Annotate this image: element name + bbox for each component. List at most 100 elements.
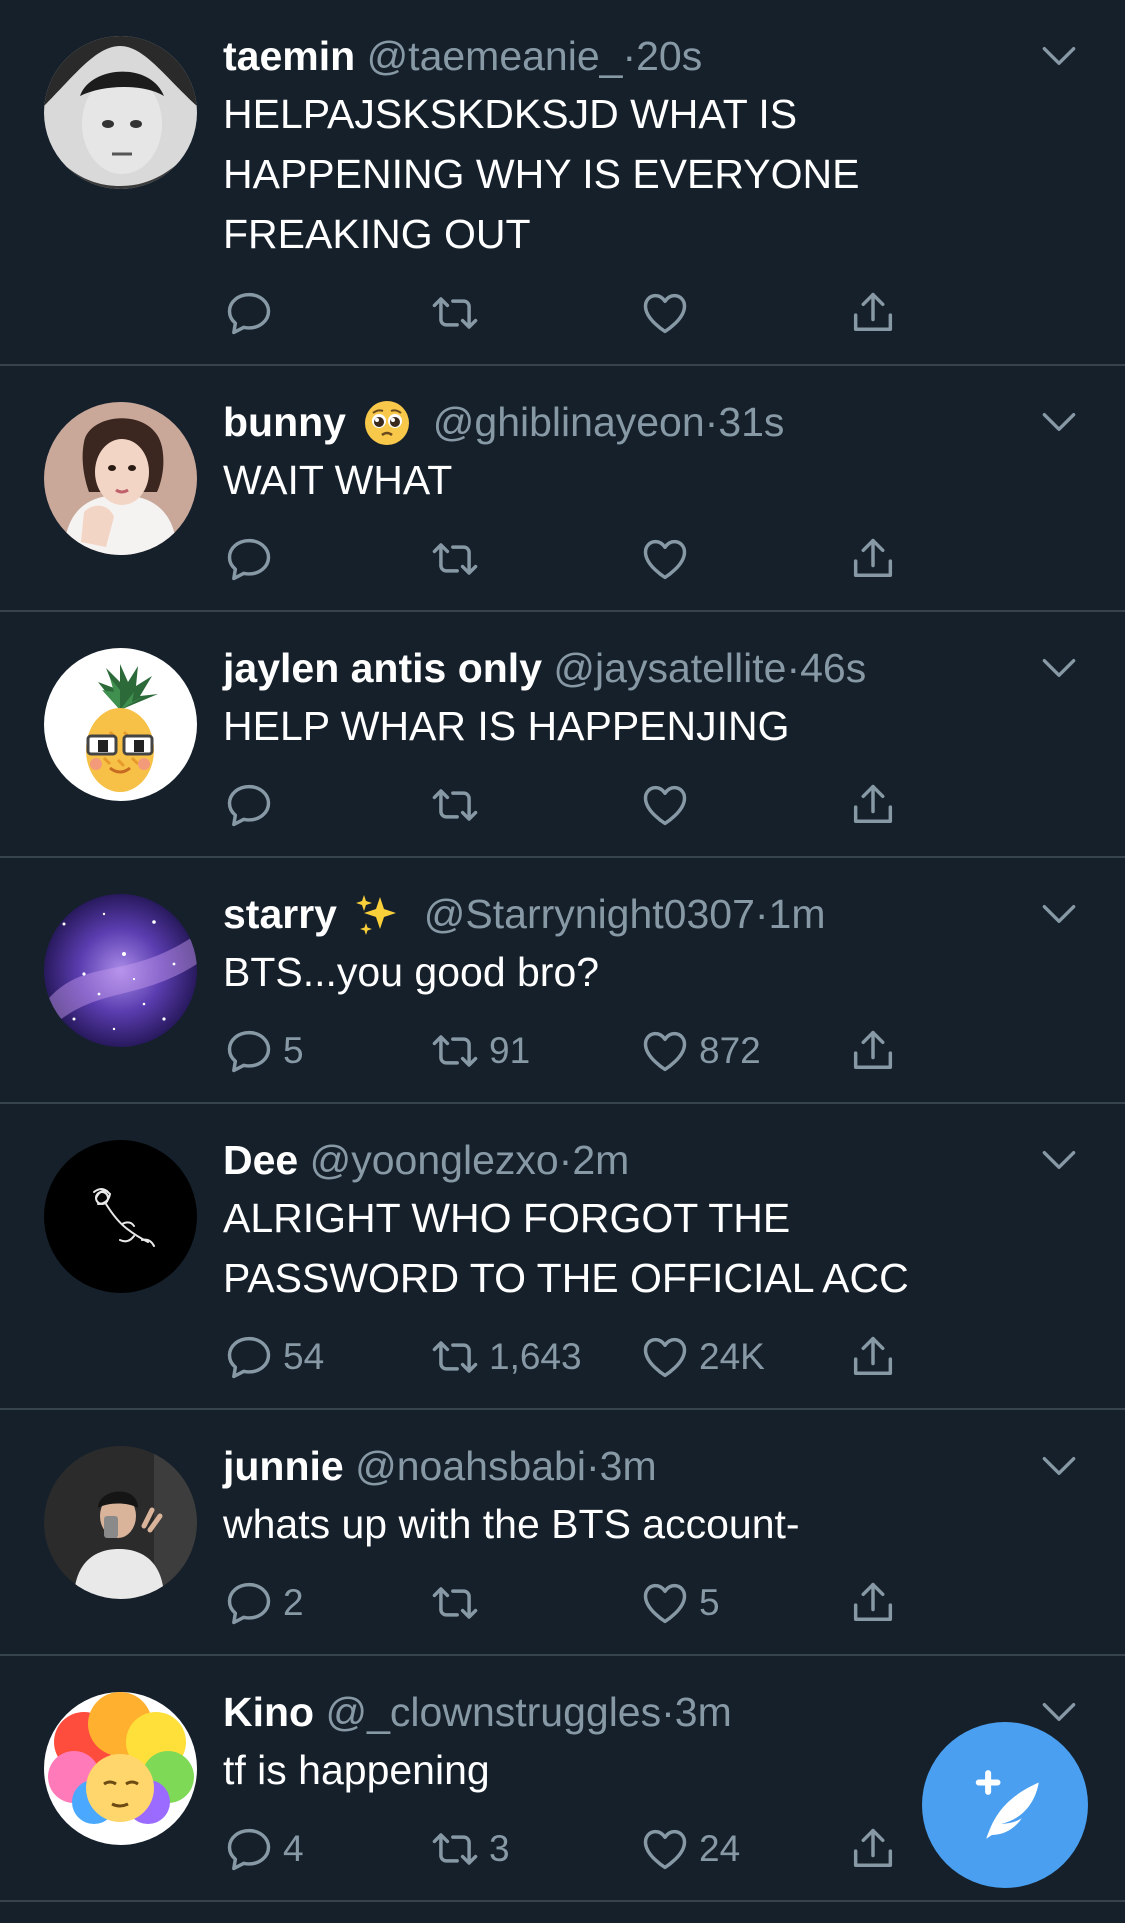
reply-count: 54: [283, 1336, 325, 1377]
tweet-header: jaylen antis only @jaysatellite·46s: [223, 644, 1055, 692]
display-name[interactable]: junnie: [223, 1443, 344, 1489]
share-button[interactable]: [847, 1819, 899, 1879]
retweet-icon: [429, 1823, 481, 1875]
display-name[interactable]: jaylen antis only: [223, 645, 542, 691]
like-button[interactable]: 5: [639, 1573, 720, 1633]
tweet-item[interactable]: Dee @yoonglezxo·2m ALRIGHT WHO FORGOT TH…: [0, 1104, 1125, 1410]
share-button[interactable]: [847, 529, 899, 589]
heart-icon: [639, 1025, 691, 1077]
share-icon: [847, 1025, 899, 1077]
retweet-button[interactable]: 1,643: [429, 1327, 582, 1387]
like-count: 872: [699, 1030, 761, 1071]
separator-dot: ·: [585, 1443, 600, 1489]
user-handle[interactable]: @_clownstruggles: [326, 1689, 662, 1735]
like-button[interactable]: 24: [639, 1819, 740, 1879]
share-button[interactable]: [847, 1021, 899, 1081]
retweet-count: 3: [489, 1828, 510, 1869]
avatar[interactable]: [44, 1692, 197, 1845]
user-handle[interactable]: @taemeanie_: [367, 33, 623, 79]
share-icon: [847, 1577, 899, 1629]
retweet-icon: [429, 533, 481, 585]
tweet-header: bunny @ghiblinayeon·31s: [223, 398, 1055, 446]
retweet-button[interactable]: 91: [429, 1021, 530, 1081]
timestamp[interactable]: 2m: [572, 1137, 629, 1183]
display-name[interactable]: bunny: [223, 399, 346, 445]
chevron-down-icon[interactable]: [1037, 1138, 1081, 1182]
tweet-item[interactable]: junnie @noahsbabi·3m whats up with the B…: [0, 1410, 1125, 1656]
avatar[interactable]: [44, 36, 197, 189]
avatar[interactable]: [44, 1446, 197, 1599]
chevron-down-icon[interactable]: [1037, 400, 1081, 444]
separator-dot: ·: [558, 1137, 573, 1183]
retweet-button[interactable]: 3: [429, 1819, 510, 1879]
retweet-icon: [429, 1577, 481, 1629]
chevron-down-icon[interactable]: [1037, 1444, 1081, 1488]
display-name[interactable]: taemin: [223, 33, 355, 79]
share-button[interactable]: [847, 1327, 899, 1387]
reply-button[interactable]: 5: [223, 1021, 304, 1081]
chevron-down-icon[interactable]: [1037, 1690, 1081, 1734]
retweet-button[interactable]: [429, 775, 489, 835]
tweet-header: taemin @taemeanie_·20s: [223, 32, 1055, 80]
timestamp[interactable]: 3m: [675, 1689, 732, 1735]
tweet-item[interactable]: starry @Starrynight0307·1m BTS...you goo…: [0, 858, 1125, 1104]
timestamp[interactable]: 20s: [636, 33, 702, 79]
avatar[interactable]: [44, 894, 197, 1047]
avatar[interactable]: [44, 648, 197, 801]
retweet-button[interactable]: [429, 1573, 489, 1633]
display-name[interactable]: Kino: [223, 1689, 314, 1735]
chevron-down-icon[interactable]: [1037, 646, 1081, 690]
like-button[interactable]: [639, 529, 699, 589]
reply-button[interactable]: [223, 529, 283, 589]
tweet-actions: 54 1,643 24K: [223, 1327, 923, 1387]
tweet-item[interactable]: taemin @taemeanie_·20s HELPAJSKSKDKSJD W…: [0, 0, 1125, 366]
avatar[interactable]: [44, 402, 197, 555]
pleading-face-icon: [365, 401, 410, 446]
compose-tweet-button[interactable]: [922, 1722, 1088, 1888]
timestamp[interactable]: 3m: [600, 1443, 657, 1489]
heart-icon: [639, 287, 691, 339]
separator-dot: ·: [622, 33, 637, 79]
chevron-down-icon[interactable]: [1037, 34, 1081, 78]
heart-icon: [639, 1331, 691, 1383]
separator-dot: ·: [754, 891, 769, 937]
tweet-item[interactable]: bunny @ghiblinayeon·31s WAIT WHAT: [0, 366, 1125, 612]
tweet-text: HELPAJSKSKDKSJD WHAT IS HAPPENING WHY IS…: [223, 91, 860, 257]
reply-count: 5: [283, 1030, 304, 1071]
like-button[interactable]: [639, 283, 699, 343]
share-button[interactable]: [847, 283, 899, 343]
like-button[interactable]: 24K: [639, 1327, 765, 1387]
user-handle[interactable]: @yoonglezxo: [310, 1137, 559, 1183]
reply-button[interactable]: [223, 283, 283, 343]
retweet-button[interactable]: [429, 529, 489, 589]
heart-icon: [639, 1823, 691, 1875]
like-button[interactable]: 872: [639, 1021, 761, 1081]
reply-button[interactable]: [223, 775, 283, 835]
chevron-down-icon[interactable]: [1037, 892, 1081, 936]
retweet-icon: [429, 287, 481, 339]
like-count: 24: [699, 1828, 741, 1869]
tweet-item[interactable]: jaylen antis only @jaysatellite·46s HELP…: [0, 612, 1125, 858]
timestamp[interactable]: 31s: [718, 399, 784, 445]
timestamp[interactable]: 1m: [769, 891, 826, 937]
user-handle[interactable]: @ghiblinayeon: [433, 399, 705, 445]
share-button[interactable]: [847, 775, 899, 835]
avatar[interactable]: [44, 1140, 197, 1293]
share-button[interactable]: [847, 1573, 899, 1633]
retweet-count: 91: [489, 1030, 531, 1071]
reply-button[interactable]: 2: [223, 1573, 304, 1633]
reply-button[interactable]: 4: [223, 1819, 304, 1879]
share-icon: [847, 533, 899, 585]
like-button[interactable]: [639, 775, 699, 835]
tweet-header: Kino @_clownstruggles·3m: [223, 1688, 1055, 1736]
display-name[interactable]: Dee: [223, 1137, 298, 1183]
reply-button[interactable]: 54: [223, 1327, 324, 1387]
timestamp[interactable]: 46s: [800, 645, 866, 691]
retweet-button[interactable]: [429, 283, 489, 343]
user-handle[interactable]: @jaysatellite: [553, 645, 786, 691]
user-handle[interactable]: @noahsbabi: [355, 1443, 586, 1489]
share-icon: [847, 779, 899, 831]
user-handle[interactable]: @Starrynight0307: [424, 891, 755, 937]
heart-icon: [639, 779, 691, 831]
display-name[interactable]: starry: [223, 891, 337, 937]
